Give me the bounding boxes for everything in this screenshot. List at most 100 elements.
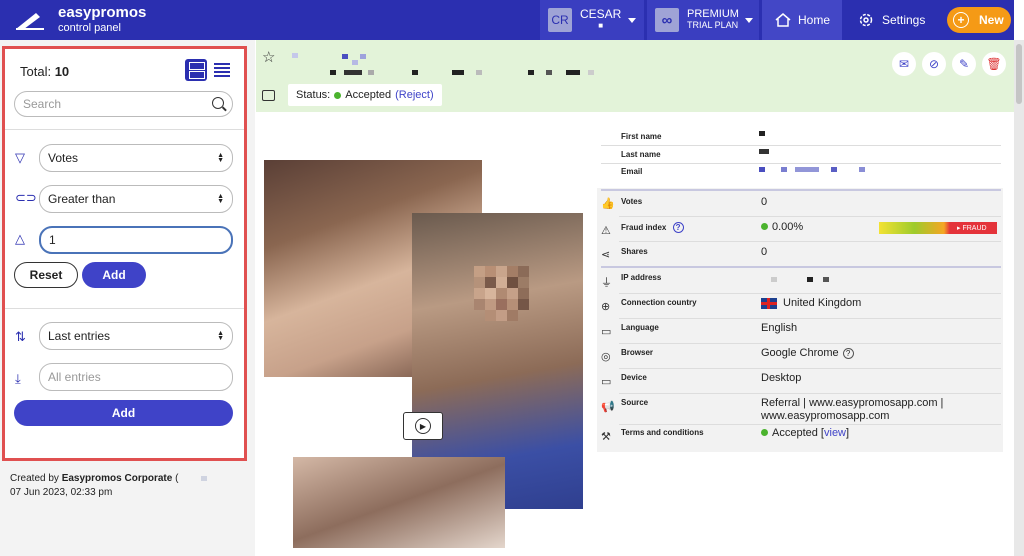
plus-icon: +	[953, 12, 969, 28]
grid-view-icon[interactable]	[185, 59, 207, 81]
nav-settings-label: Settings	[882, 13, 926, 27]
browser-value: Google Chrome?	[761, 347, 854, 359]
monitor-icon: ▭	[601, 376, 612, 388]
plan-name: PREMIUM	[687, 8, 739, 20]
search-placeholder: Search	[23, 97, 62, 111]
add-filter-button[interactable]: Add	[82, 262, 146, 288]
terms-view-link[interactable]: view	[824, 427, 846, 439]
redacted-block	[546, 70, 552, 75]
new-button-label: New	[979, 13, 1004, 27]
select-arrow-icon: ▲ ▼	[217, 152, 224, 164]
order-select[interactable]: Last entries ▲ ▼	[39, 322, 233, 350]
email-label: Email	[621, 167, 643, 176]
source-line-2: www.easypromosapp.com	[761, 410, 890, 422]
gavel-icon: ⚒	[601, 431, 611, 443]
field-select[interactable]: Votes ▲ ▼	[39, 144, 233, 172]
divider	[619, 343, 1001, 344]
star-icon[interactable]: ☆	[262, 48, 275, 66]
play-button[interactable]: ▶	[403, 412, 443, 440]
divider	[5, 308, 244, 309]
divider	[5, 129, 244, 130]
connection-country-label: Connection country	[621, 298, 697, 307]
divider	[619, 393, 1001, 394]
help-icon[interactable]: ?	[842, 348, 854, 359]
account-sub: ■	[598, 21, 604, 30]
shares-label: Shares	[621, 247, 648, 256]
redacted-block	[759, 167, 765, 172]
created-info: Created by Easypromos Corporate ( 07 Jun…	[10, 472, 208, 500]
created-date: 07 Jun 2023, 02:33 pm	[10, 487, 113, 498]
total-label: Total:	[20, 64, 52, 79]
entry-photos: ▶	[264, 160, 584, 548]
mail-icon[interactable]: ✉	[892, 52, 916, 76]
share-icon: ⋖	[601, 249, 611, 261]
divider	[619, 216, 1001, 217]
redacted-block	[360, 54, 366, 59]
megaphone-icon: 📢	[601, 401, 615, 413]
redacted-block	[292, 53, 298, 58]
redacted-block	[344, 70, 362, 75]
language-label: Language	[621, 323, 659, 332]
chrome-icon: ◎	[601, 351, 611, 363]
new-button[interactable]: + New	[947, 7, 1011, 33]
block-icon[interactable]: ⊘	[922, 52, 946, 76]
account-menu[interactable]: CR CESAR ■	[540, 0, 644, 40]
last-name-label: Last name	[621, 150, 661, 159]
comment-icon[interactable]	[262, 90, 275, 101]
list-view-icon[interactable]	[211, 59, 233, 81]
terms-text: Accepted	[772, 427, 818, 439]
threshold-icon: △	[15, 231, 25, 246]
scrollbar[interactable]	[1014, 40, 1024, 556]
search-icon[interactable]	[212, 97, 224, 109]
operator-select[interactable]: Greater than ▲ ▼	[39, 185, 233, 213]
plan-sub: TRIAL PLAN	[687, 20, 739, 30]
add-order-button[interactable]: Add	[14, 400, 233, 426]
connection-country-value: United Kingdom	[761, 297, 861, 309]
divider	[619, 241, 1001, 242]
created-author: Easypromos Corporate	[61, 473, 173, 484]
chevron-down-icon	[745, 18, 753, 23]
votes-value: 0	[761, 196, 768, 208]
status-dot	[761, 223, 768, 230]
funnel-icon: ▽	[15, 150, 25, 165]
gear-icon	[859, 13, 873, 27]
home-icon	[775, 13, 791, 27]
redacted-block	[476, 70, 482, 75]
photo-3[interactable]	[293, 457, 505, 548]
value-input[interactable]: 1	[39, 226, 233, 254]
total-count: Total: 10	[20, 64, 69, 79]
reject-link[interactable]: (Reject)	[395, 89, 434, 101]
download-icon: ⤓	[15, 371, 21, 386]
first-name-label: First name	[621, 132, 662, 141]
reset-button-label: Reset	[29, 268, 63, 282]
easypromos-logo-icon[interactable]	[14, 9, 46, 31]
brand-name[interactable]: easypromos	[58, 4, 146, 21]
brand-subtitle: control panel	[58, 22, 121, 34]
source-line-1: Referral | www.easypromosapp.com |	[761, 397, 944, 409]
reset-button[interactable]: Reset	[14, 262, 78, 288]
help-icon[interactable]: ?	[672, 222, 684, 233]
trash-icon[interactable]: 🗑	[982, 52, 1006, 76]
status-value: Accepted	[345, 89, 392, 101]
limit-placeholder: All entries	[48, 370, 101, 384]
browser-label: Browser	[621, 348, 654, 357]
total-value: 10	[54, 64, 70, 79]
created-suffix: (	[175, 473, 179, 484]
device-label: Device	[621, 373, 647, 382]
edit-icon[interactable]: ✎	[952, 52, 976, 76]
nav-settings[interactable]: Settings	[846, 0, 936, 40]
plan-menu[interactable]: ∞ PREMIUM TRIAL PLAN	[647, 0, 759, 40]
nav-home[interactable]: Home	[762, 0, 842, 40]
scrollbar-thumb[interactable]	[1016, 44, 1022, 104]
limit-input[interactable]: All entries	[39, 363, 233, 391]
infinity-icon: ∞	[655, 8, 679, 32]
search-input[interactable]: Search	[14, 91, 233, 117]
status-label: Status:	[296, 89, 331, 101]
redacted-block	[759, 149, 769, 154]
divider	[601, 163, 1001, 164]
redacted-block	[588, 70, 594, 75]
divider	[619, 424, 1001, 425]
status-dot	[334, 91, 342, 99]
filter-panel: Total: 10 Search ▽ Votes ▲ ▼ ⊂⊃ Greater t…	[2, 46, 247, 461]
status-dot	[761, 429, 768, 436]
